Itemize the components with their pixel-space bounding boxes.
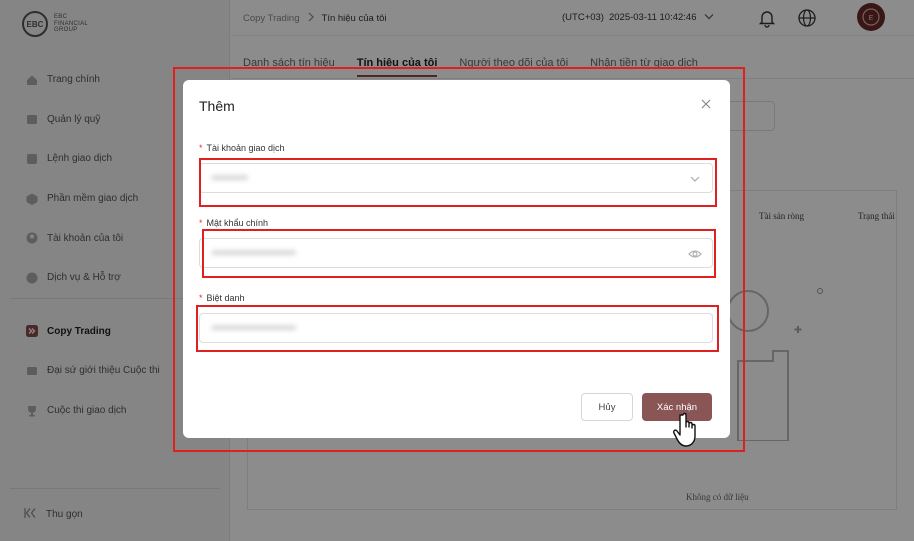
close-icon[interactable]: [698, 96, 714, 112]
nickname-field[interactable]: •••••••••••••••••••••: [199, 313, 713, 343]
add-signal-modal: Thêm * Tài khoản giao dịch ••••••••• * Mật…: [183, 80, 730, 438]
master-password-label: * Mật khẩu chính: [199, 218, 269, 228]
required-mark: *: [199, 143, 203, 153]
confirm-button[interactable]: Xác nhận: [642, 393, 712, 421]
trading-account-value: •••••••••: [212, 172, 249, 184]
master-password-field[interactable]: •••••••••••••••••••••: [199, 238, 713, 268]
nickname-label: * Biệt danh: [199, 293, 245, 303]
cancel-button[interactable]: Hủy: [581, 393, 633, 421]
trading-account-select[interactable]: •••••••••: [199, 163, 713, 193]
eye-icon[interactable]: [688, 247, 702, 261]
nickname-value: •••••••••••••••••••••: [212, 322, 297, 334]
required-mark: *: [199, 218, 203, 228]
modal-title: Thêm: [199, 98, 235, 114]
required-mark: *: [199, 293, 203, 303]
master-password-value: •••••••••••••••••••••: [212, 247, 297, 259]
chevron-down-icon: [688, 172, 702, 186]
trading-account-label: * Tài khoản giao dịch: [199, 143, 285, 153]
